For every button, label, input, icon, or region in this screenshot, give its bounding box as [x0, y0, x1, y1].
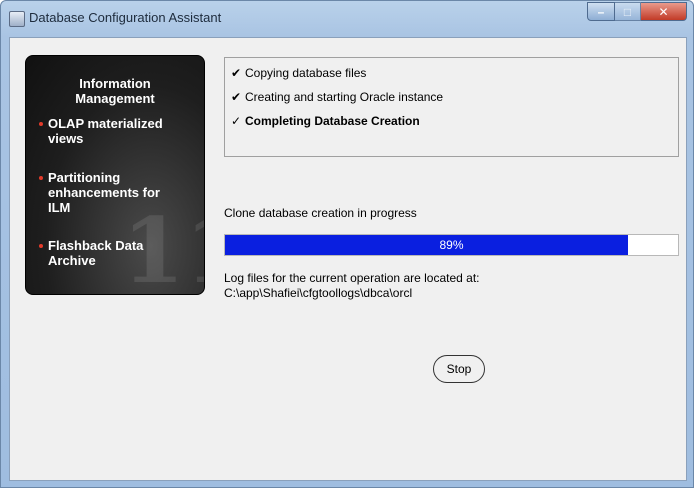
minimize-icon: –	[597, 4, 605, 19]
current-step-icon: ✓	[231, 114, 242, 128]
bullet-icon	[39, 122, 43, 126]
check-icon: ✔	[231, 90, 242, 104]
info-item-line: Partitioning	[48, 170, 121, 185]
log-location-label: Log files for the current operation are …	[224, 271, 480, 285]
step-starting-instance: ✔ Creating and starting Oracle instance	[231, 90, 443, 104]
check-icon: ✔	[231, 66, 242, 80]
maximize-icon: □	[623, 4, 632, 19]
info-panel: 11g Information Management OLAP material…	[25, 55, 205, 295]
log-path: C:\app\Shafiei\cfgtoollogs\dbca\orcl	[224, 286, 413, 300]
info-item-line: OLAP materialized	[48, 116, 163, 131]
progress-percent: 89%	[439, 238, 464, 252]
info-item-line: views	[48, 131, 84, 146]
bullet-icon	[39, 176, 43, 180]
info-item-line: Flashback Data	[48, 238, 144, 253]
title-bar[interactable]: Database Configuration Assistant – □ ✕	[1, 1, 693, 39]
info-heading: Information Management	[26, 76, 204, 106]
info-item-line: Archive	[48, 253, 96, 268]
progress-label: Clone database creation in progress	[224, 206, 417, 220]
step-label: Copying database files	[245, 66, 367, 80]
close-button[interactable]: ✕	[641, 2, 687, 21]
app-icon	[9, 11, 25, 27]
progress-bar: 89%	[224, 234, 679, 256]
minimize-button[interactable]: –	[587, 2, 615, 21]
info-heading-line2: Management	[75, 91, 155, 106]
step-label: Completing Database Creation	[245, 114, 420, 128]
step-completing-creation: ✓ Completing Database Creation	[231, 114, 420, 128]
maximize-button[interactable]: □	[615, 2, 641, 21]
stop-button[interactable]: Stop	[433, 355, 485, 383]
info-item-line: ILM	[48, 200, 71, 215]
close-icon: ✕	[658, 4, 669, 19]
step-label: Creating and starting Oracle instance	[245, 90, 444, 104]
info-item-line: enhancements for	[48, 185, 160, 200]
steps-list: ✔ Copying database files ✔ Creating and …	[224, 57, 679, 157]
dbca-window: Database Configuration Assistant – □ ✕ 1…	[0, 0, 694, 488]
info-item-flashback: Flashback Data Archive	[39, 238, 198, 268]
info-item-olap: OLAP materialized views	[39, 116, 198, 146]
window-title: Database Configuration Assistant	[29, 10, 222, 25]
caption-buttons: – □ ✕	[587, 2, 687, 22]
step-copying-files: ✔ Copying database files	[231, 66, 366, 80]
info-item-partitioning: Partitioning enhancements for ILM	[39, 170, 198, 215]
bullet-icon	[39, 244, 43, 248]
info-heading-line1: Information	[79, 76, 151, 91]
